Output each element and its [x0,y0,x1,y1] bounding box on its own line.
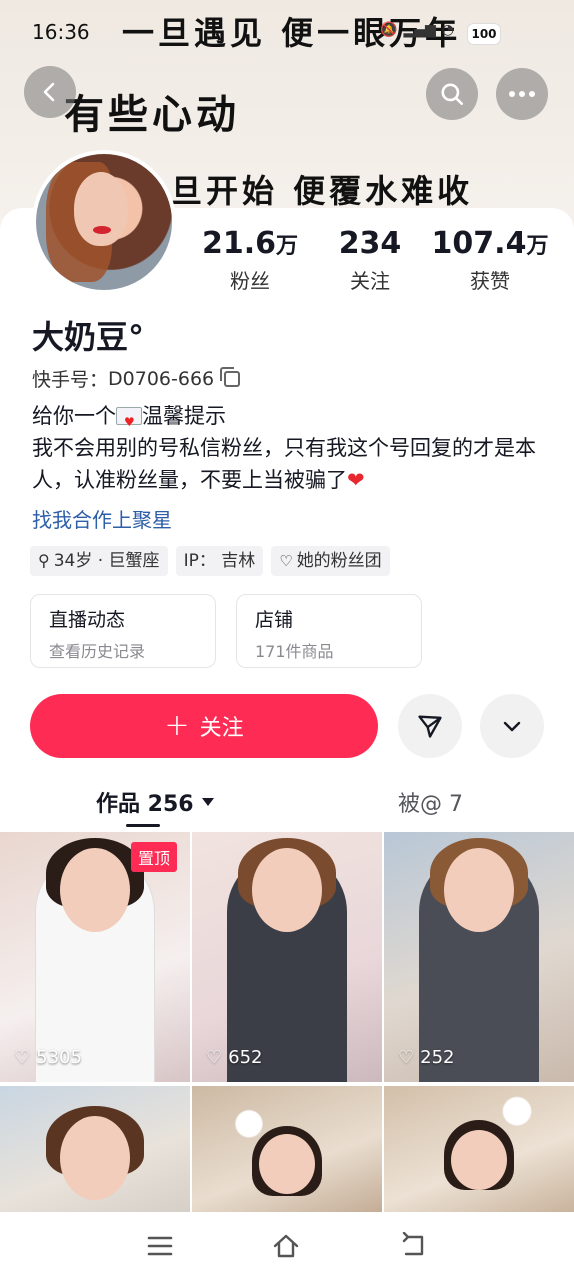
menu-icon[interactable] [146,1232,174,1260]
cooperation-link[interactable]: 找我合作上聚星 [32,504,172,533]
video-thumbnail[interactable] [384,1086,574,1212]
system-navigation-bar [0,1212,574,1280]
back-nav-icon[interactable] [400,1232,428,1260]
video-thumbnail[interactable]: ♡ 652 [192,832,382,1082]
tag-ip: IP： 吉林 [175,546,264,576]
profile-bio: 给你一个 温馨提示 我不会用别的号私信粉丝，只有我这个号回复的才是本人，认准粉丝量… [32,400,552,496]
video-likes: ♡ 252 [398,1047,455,1068]
shop-entry[interactable]: 店铺 171件商品 [236,594,422,668]
tag-ip-text: IP： 吉林 [183,551,256,571]
status-time: 16:36 [32,20,90,44]
search-icon [441,83,464,106]
profile-tags: ⚲ 34岁 · 巨蟹座 IP： 吉林 ♡ 她的粉丝团 [30,546,390,576]
tab-works-label: 作品 256 [96,792,194,817]
stat-followers-unit: 万 [276,234,299,259]
love-letter-icon [116,406,142,438]
stat-following-number: 234 [338,226,402,261]
wifi-icon: ◔ [441,22,454,38]
content-tabs: 作品 256 被@ 7 [0,770,574,830]
back-button[interactable] [24,66,76,118]
tag-age-text: 34岁 · 巨蟹座 [53,551,160,571]
stat-followers-number: 21.6 [201,226,277,261]
bio-line2: 我不会用别的号私信粉丝，只有我这个号回复的才是本人，认准粉丝量，不要上当被骗了 [32,436,536,492]
message-button[interactable] [398,694,462,758]
copy-icon[interactable] [220,366,241,387]
caret-down-icon [201,798,214,806]
heart-outline-icon: ♡ [206,1047,223,1068]
tab-works[interactable]: 作品 256 [96,786,214,818]
signal-icon: ▂▄▆ [403,22,436,38]
tag-age: ⚲ 34岁 · 巨蟹座 [30,546,168,576]
follow-button[interactable]: + 关注 [30,694,378,758]
stat-following-label: 关注 [350,269,390,293]
video-likes: ♡ 5305 [14,1047,82,1068]
more-dots-icon [509,91,535,97]
heart-outline-icon: ♡ [398,1047,415,1068]
live-history-title: 直播动态 [49,609,126,631]
bio-line1: 给你一个 [32,404,116,428]
expand-button[interactable] [480,694,544,758]
tag-fan-club-text: 她的粉丝团 [296,551,382,571]
status-icons: 🔕 ▂▄▆ ◔ [380,22,454,38]
chevron-down-icon [503,721,521,732]
video-thumbnail[interactable]: 置顶 ♡ 5305 [0,832,190,1082]
plus-icon: + [164,708,190,743]
avatar[interactable] [32,150,176,294]
bio-line1b: 温馨提示 [142,404,226,428]
battery-indicator: 100 [468,24,500,44]
shop-title: 店铺 [255,609,294,631]
banner-text-line3: 旦开始 便覆水难收 [170,172,474,210]
red-heart-icon: ❤ [347,468,365,492]
stat-likes[interactable]: 107.4万 获赞 [431,226,549,294]
video-likes: ♡ 652 [206,1047,263,1068]
stat-following[interactable]: 234 关注 [330,226,410,294]
status-bar: 16:36 🔕 ▂▄▆ ◔ 100 [0,0,574,66]
kuaishou-id-label: 快手号： [32,369,109,391]
search-button[interactable] [426,68,478,120]
home-icon[interactable] [272,1232,300,1260]
more-button[interactable] [496,68,548,120]
kuaishou-id: D0706-666 [108,367,215,390]
profile-name: 大奶豆° [32,318,145,356]
tab-mentioned[interactable]: 被@ 7 [398,786,463,818]
video-thumbnail[interactable] [192,1086,382,1212]
kuaishou-id-row[interactable]: 快手号： D0706-666 [32,365,241,392]
video-thumbnail[interactable] [0,1086,190,1212]
mute-icon: 🔕 [380,22,398,38]
stat-likes-number: 107.4 [431,226,527,261]
active-tab-indicator [126,824,160,827]
pinned-badge: 置顶 [131,842,178,872]
heart-outline-icon: ♡ [279,552,293,570]
stat-likes-unit: 万 [526,234,549,259]
heart-outline-icon: ♡ [14,1047,31,1068]
send-message-icon [418,715,442,738]
stat-followers[interactable]: 21.6万 粉丝 [202,226,298,294]
gender-female-icon: ⚲ [38,551,50,570]
banner-text-line2: 有些心动 [64,91,240,138]
stat-likes-label: 获赞 [470,269,510,293]
shop-subtitle: 171件商品 [255,642,334,661]
video-thumbnail[interactable]: ♡ 252 [384,832,574,1082]
tag-fan-club[interactable]: ♡ 她的粉丝团 [271,546,390,576]
follow-label: 关注 [199,716,244,741]
chevron-left-icon [43,82,55,102]
live-history-subtitle: 查看历史记录 [49,642,146,661]
live-history-entry[interactable]: 直播动态 查看历史记录 [30,594,216,668]
stat-followers-label: 粉丝 [230,269,270,293]
